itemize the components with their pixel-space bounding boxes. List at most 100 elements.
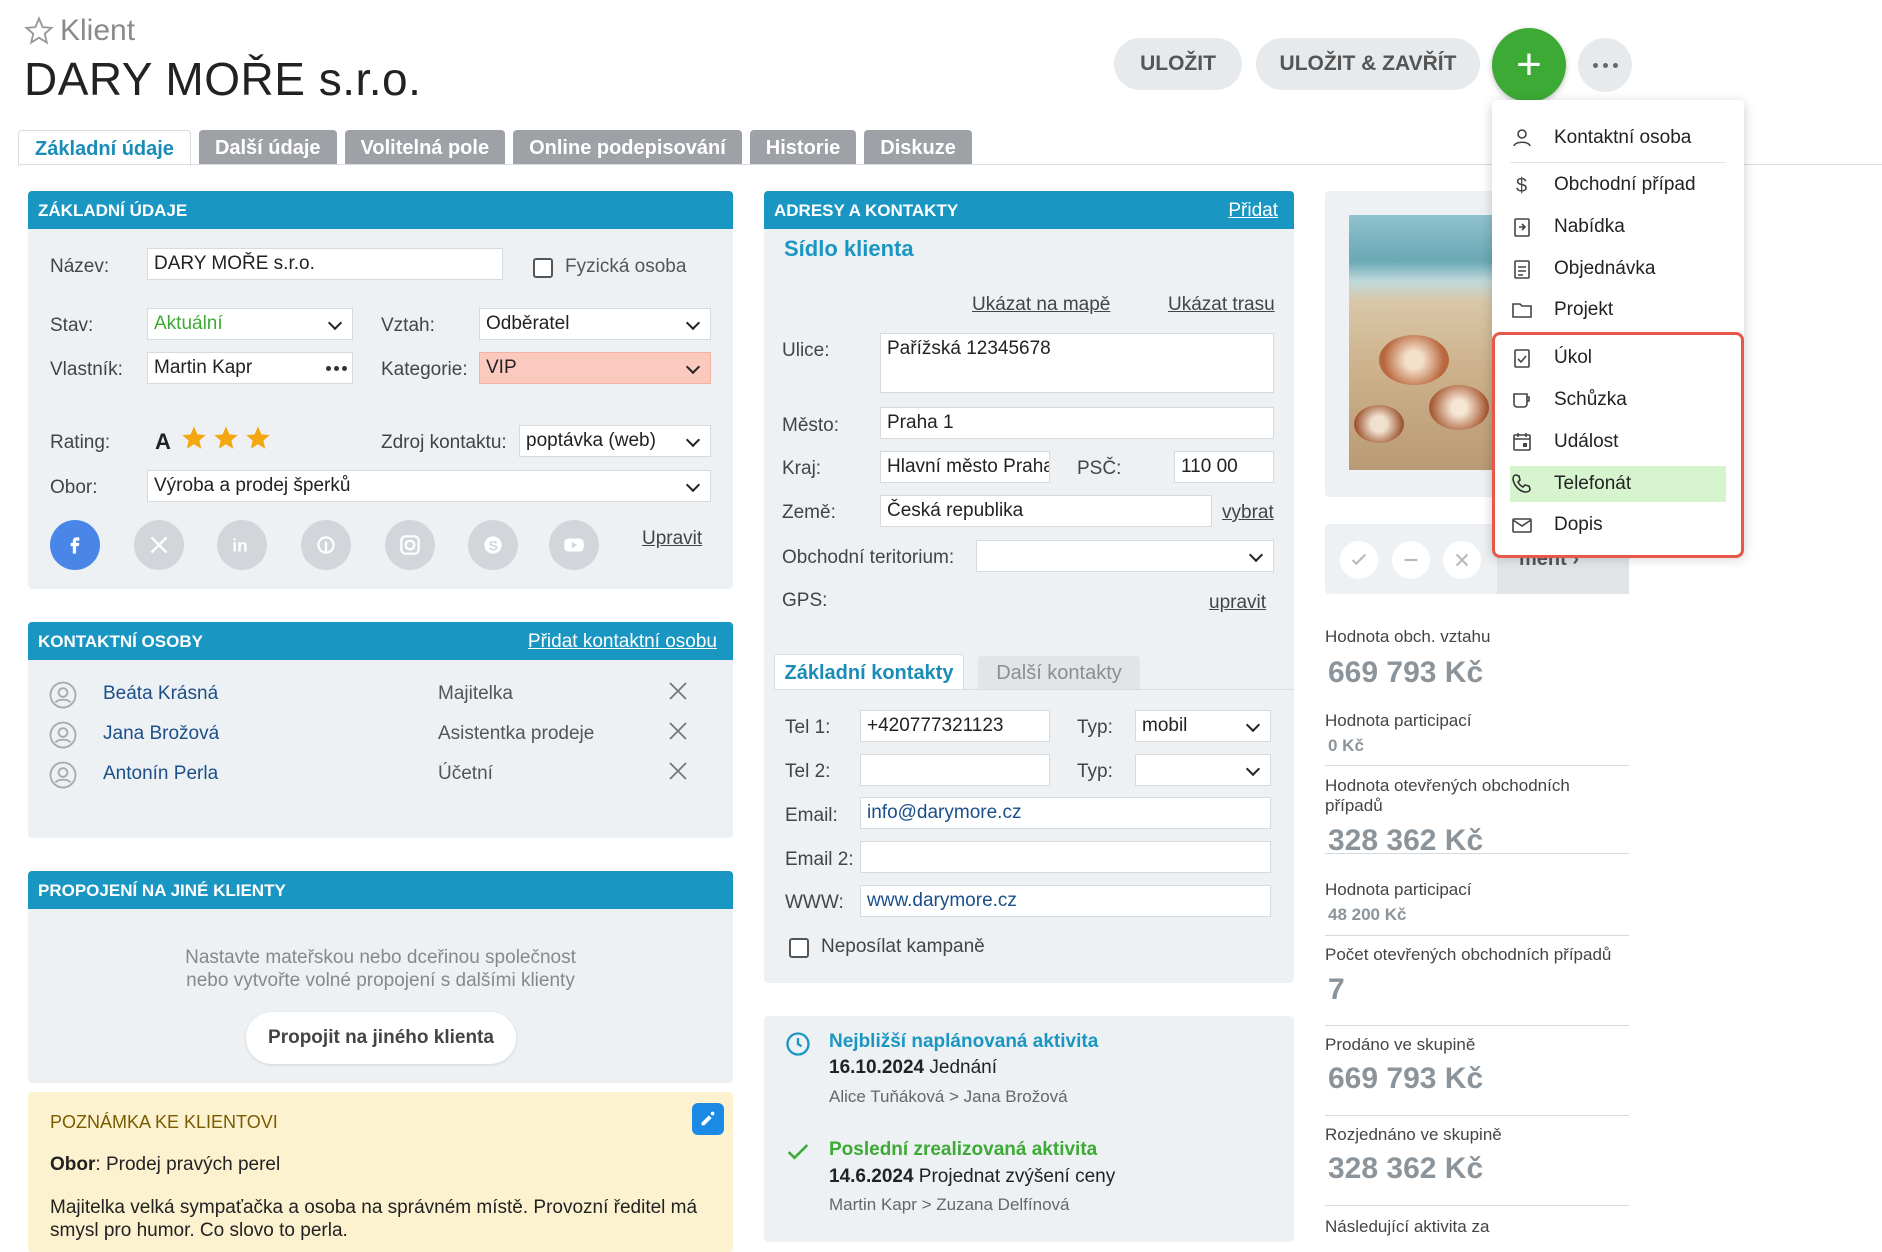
tel1-input[interactable]: +420777321123 — [860, 710, 1050, 742]
next-activity-date: 16.10.2024 — [829, 1057, 925, 1078]
dropdown-item-0[interactable]: Kontaktní osoba — [1510, 120, 1726, 156]
contact-name[interactable]: Antonín Perla — [103, 763, 218, 785]
territory-select[interactable] — [976, 540, 1274, 572]
relation-select[interactable]: Odběratel — [479, 308, 711, 340]
approve-icon[interactable] — [1340, 541, 1378, 579]
tel2-input[interactable] — [860, 754, 1050, 786]
facebook-icon[interactable] — [50, 520, 100, 570]
region-input[interactable]: Hlavní město Praha — [880, 451, 1050, 483]
edit-note-icon[interactable] — [692, 1103, 724, 1135]
owner-more-icon[interactable] — [326, 366, 347, 371]
type2-select[interactable] — [1135, 754, 1271, 786]
address-panel-title: ADRESY A KONTAKTY Přidat — [764, 191, 1294, 229]
last-activity-title[interactable]: Poslední zrealizovaná aktivita — [829, 1139, 1097, 1161]
star-icon[interactable] — [180, 424, 208, 452]
dropdown-item-4[interactable]: Projekt — [1510, 292, 1726, 328]
category-select[interactable]: VIP — [479, 352, 711, 384]
contact-name[interactable]: Beáta Krásná — [103, 683, 218, 705]
tab-basic[interactable]: Základní údaje — [18, 130, 191, 166]
stat-label-2: případů — [1325, 796, 1383, 815]
instagram-icon[interactable] — [385, 520, 435, 570]
show-route-link[interactable]: Ukázat trasu — [1168, 294, 1275, 316]
tab-discussion[interactable]: Diskuze — [864, 130, 972, 164]
stat-label: Rozjednáno ve skupině — [1325, 1125, 1502, 1144]
next-activity-title[interactable]: Nejbližší naplánovaná aktivita — [829, 1031, 1098, 1053]
stat-divider — [1325, 1025, 1629, 1026]
note-field-label: Obor — [50, 1154, 96, 1175]
no-campaign-checkbox[interactable] — [789, 938, 809, 958]
address-subtitle: Sídlo klienta — [784, 236, 914, 261]
type1-select[interactable]: mobil — [1135, 710, 1271, 742]
remove-contact-icon[interactable] — [668, 681, 688, 701]
dropdown-item-1[interactable]: $ Obchodní případ — [1510, 167, 1726, 203]
email2-label: Email 2: — [785, 849, 854, 870]
status-select[interactable]: Aktuální — [147, 308, 353, 340]
reject-icon[interactable] — [1443, 541, 1481, 579]
street-input[interactable]: Pařížská 12345678 — [880, 333, 1274, 393]
link-client-button[interactable]: Propojit na jiného klienta — [246, 1012, 516, 1064]
field-select[interactable]: Výroba a prodej šperků — [147, 470, 711, 502]
country-input[interactable]: Česká republika — [880, 495, 1212, 527]
skype-icon[interactable]: S — [468, 520, 518, 570]
star-icon[interactable] — [244, 424, 272, 452]
stat-value: 669 793 Kč — [1328, 1062, 1484, 1095]
dropdown-item-2[interactable]: Nabídka — [1510, 209, 1726, 245]
pinterest-icon[interactable] — [301, 520, 351, 570]
client-photo[interactable] — [1349, 215, 1499, 470]
street-label: Ulice: — [782, 340, 830, 361]
remove-contact-icon[interactable] — [668, 721, 688, 741]
physical-person-checkbox[interactable] — [533, 258, 553, 278]
tab-basic-contacts[interactable]: Základní kontakty — [774, 654, 964, 690]
no-campaign-label: Neposílat kampaně — [821, 936, 985, 957]
linkedin-icon[interactable]: in — [217, 520, 267, 570]
www-input[interactable]: www.darymore.cz — [860, 885, 1271, 917]
gps-edit-link[interactable]: upravit — [1209, 592, 1266, 614]
dropdown-item-3[interactable]: Objednávka — [1510, 251, 1726, 287]
show-map-link[interactable]: Ukázat na mapě — [972, 294, 1110, 316]
name-input[interactable]: DARY MOŘE s.r.o. — [147, 248, 503, 280]
more-button[interactable] — [1578, 38, 1632, 92]
add-contact-link[interactable]: Přidat kontaktní osobu — [528, 622, 717, 662]
stat-label: Hodnota obch. vztahu — [1325, 627, 1491, 646]
social-edit-link[interactable]: Upravit — [642, 528, 702, 550]
add-button[interactable]: + — [1492, 28, 1566, 102]
remove-contact-icon[interactable] — [668, 761, 688, 781]
source-select[interactable]: poptávka (web) — [519, 425, 711, 457]
avatar-icon — [49, 721, 77, 749]
rating-label: Rating: — [50, 432, 111, 453]
tab-signing[interactable]: Online podepisování — [513, 130, 742, 164]
email-input[interactable]: info@darymore.cz — [860, 797, 1271, 829]
region-label: Kraj: — [782, 458, 822, 479]
svg-text:$: $ — [1516, 175, 1527, 197]
email2-input[interactable] — [860, 841, 1271, 873]
last-activity: 14.6.2024 Projednat zvýšení ceny — [829, 1166, 1115, 1188]
order-icon — [1510, 257, 1534, 281]
owner-input[interactable]: Martin Kapr — [147, 352, 353, 384]
tel2-label: Tel 2: — [785, 761, 831, 782]
stat-divider — [1325, 935, 1629, 936]
stat-label: Počet otevřených obchodních případů — [1325, 945, 1612, 964]
city-input[interactable]: Praha 1 — [880, 407, 1274, 439]
relation-label: Vztah: — [381, 315, 435, 336]
star-outline-icon[interactable] — [24, 16, 54, 46]
star-icon[interactable] — [212, 424, 240, 452]
note-text: Majitelka velká sympaťačka a osoba na sp… — [50, 1197, 698, 1241]
choose-country-link[interactable]: vybrat — [1222, 502, 1274, 524]
tab-more-contacts[interactable]: Další kontakty — [978, 656, 1140, 690]
save-close-button[interactable]: ULOŽIT & ZAVŘÍT — [1256, 38, 1480, 90]
stat-divider — [1325, 1205, 1629, 1206]
tab-optional[interactable]: Volitelná pole — [344, 130, 506, 164]
youtube-icon[interactable] — [549, 520, 599, 570]
tab-more[interactable]: Další údaje — [198, 130, 337, 164]
zip-input[interactable]: 110 00 — [1174, 451, 1274, 483]
www-label: WWW: — [785, 892, 844, 913]
contact-name[interactable]: Jana Brožová — [103, 723, 219, 745]
save-button[interactable]: ULOŽIT — [1114, 38, 1242, 90]
tab-history[interactable]: Historie — [749, 130, 857, 164]
stat-value: 328 362 Kč — [1328, 1152, 1484, 1185]
neutral-icon[interactable] — [1392, 541, 1430, 579]
person-icon — [1510, 126, 1534, 150]
gps-label: GPS: — [782, 590, 828, 611]
add-address-link[interactable]: Přidat — [1228, 191, 1278, 231]
x-icon[interactable] — [134, 520, 184, 570]
